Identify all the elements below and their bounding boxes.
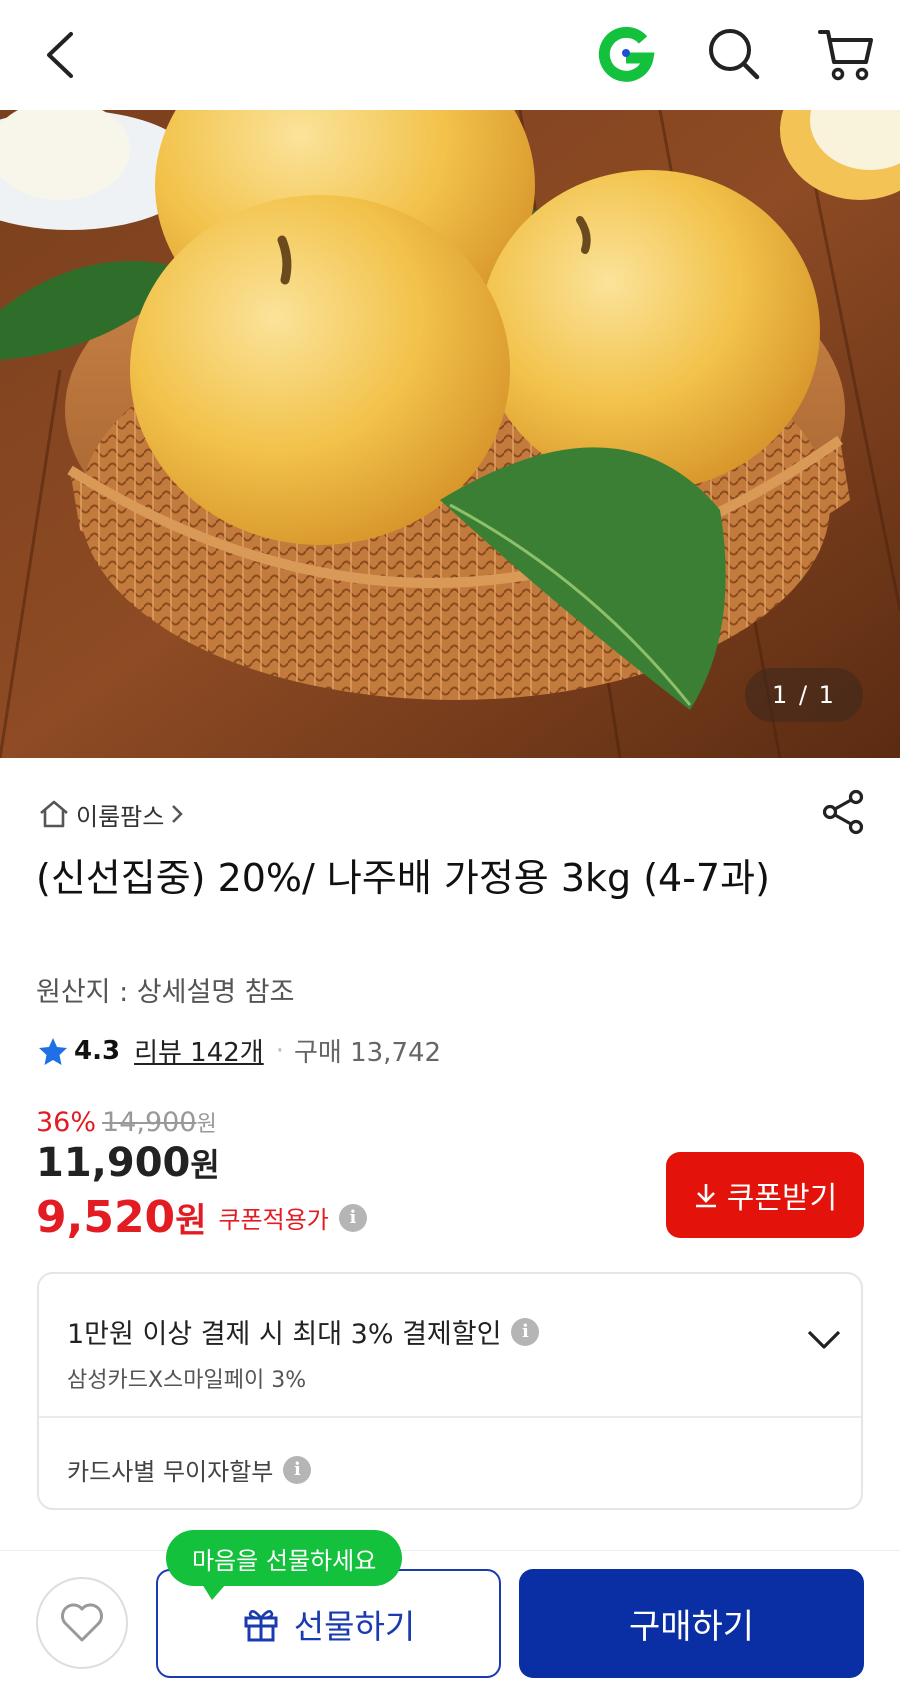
image-counter: 1 / 1 <box>745 668 863 722</box>
heart-icon <box>61 1603 103 1642</box>
discount-row: 36% 14,900 원 <box>36 1106 217 1138</box>
info-icon[interactable]: i <box>338 1203 367 1232</box>
home-icon <box>40 800 68 828</box>
product-origin: 원산지 : 상세설명 참조 <box>36 977 295 1008</box>
installment-text: 카드사별 무이자할부 <box>67 1458 274 1486</box>
sale-price-value: 11,900 <box>36 1140 191 1186</box>
gift-icon <box>244 1609 278 1641</box>
share-button[interactable] <box>820 788 868 836</box>
payment-card: 삼성카드X스마일페이 3% <box>67 1368 307 1393</box>
product-image-gallery[interactable] <box>0 110 900 758</box>
cart-button[interactable] <box>816 24 876 84</box>
sale-price-unit: 원 <box>190 1146 220 1184</box>
gmarket-logo[interactable] <box>596 24 656 84</box>
original-price: 14,900 <box>102 1107 197 1138</box>
coupon-price-label: 쿠폰적용가 <box>218 1206 329 1234</box>
buy-button-label: 구매하기 <box>628 1607 755 1647</box>
rating-score: 4.3 <box>74 1035 121 1066</box>
search-icon <box>709 29 760 80</box>
coupon-price: 9,520 원 쿠폰적용가 i <box>36 1192 367 1243</box>
benefit-box: 1만원 이상 결제 시 최대 3% 결제할인 i 삼성카드X스마일페이 3% 카… <box>37 1272 863 1510</box>
purchase-count: 구매 13,742 <box>293 1038 442 1068</box>
gift-tooltip: 마음을 선물하세요 <box>166 1530 403 1600</box>
back-button[interactable] <box>30 22 90 88</box>
info-icon[interactable]: i <box>283 1455 312 1484</box>
sale-price: 11,900원 <box>36 1140 220 1186</box>
g-logo-icon <box>598 26 655 82</box>
chevron-down-icon <box>807 1330 841 1349</box>
download-icon <box>695 1184 716 1208</box>
installment-row[interactable]: 카드사별 무이자할부 i <box>67 1452 312 1487</box>
info-icon[interactable]: i <box>511 1317 540 1346</box>
expand-button[interactable] <box>801 1316 847 1362</box>
wishlist-button[interactable] <box>36 1577 128 1669</box>
coupon-price-value: 9,520 <box>36 1192 176 1243</box>
top-header <box>0 0 900 110</box>
coupon-price-unit: 원 <box>175 1201 207 1241</box>
seller-link[interactable]: 이룸팜스 <box>38 794 184 834</box>
cart-icon <box>818 30 873 81</box>
review-link[interactable]: 리뷰 142개 <box>134 1032 264 1069</box>
star-icon <box>39 1037 67 1065</box>
product-title: (신선집중) 20%/ 나주배 가정용 3kg (4-7과) <box>36 856 770 900</box>
payment-discount: 1만원 이상 결제 시 최대 3% 결제할인 i <box>67 1312 540 1351</box>
coupon-download-button[interactable]: 쿠폰받기 <box>666 1152 864 1238</box>
payment-discount-section[interactable]: 1만원 이상 결제 시 최대 3% 결제할인 i 삼성카드X스마일페이 3% <box>39 1274 861 1418</box>
payment-discount-text: 1만원 이상 결제 시 최대 3% 결제할인 <box>67 1319 502 1350</box>
share-icon <box>822 789 864 835</box>
original-price-unit: 원 <box>196 1112 217 1137</box>
buy-button[interactable]: 구매하기 <box>519 1569 864 1678</box>
gift-button-label: 선물하기 <box>293 1606 416 1646</box>
chevron-right-icon <box>172 805 184 823</box>
coupon-button-label: 쿠폰받기 <box>726 1181 838 1216</box>
product-image <box>0 110 900 758</box>
discount-rate: 36% <box>36 1107 97 1138</box>
search-button[interactable] <box>704 24 764 84</box>
chevron-left-icon <box>47 32 73 78</box>
seller-name: 이룸팜스 <box>76 802 165 831</box>
rating-row: 4.3 리뷰 142개 · 구매 13,742 <box>38 1032 441 1069</box>
separator-dot: · <box>275 1035 284 1066</box>
